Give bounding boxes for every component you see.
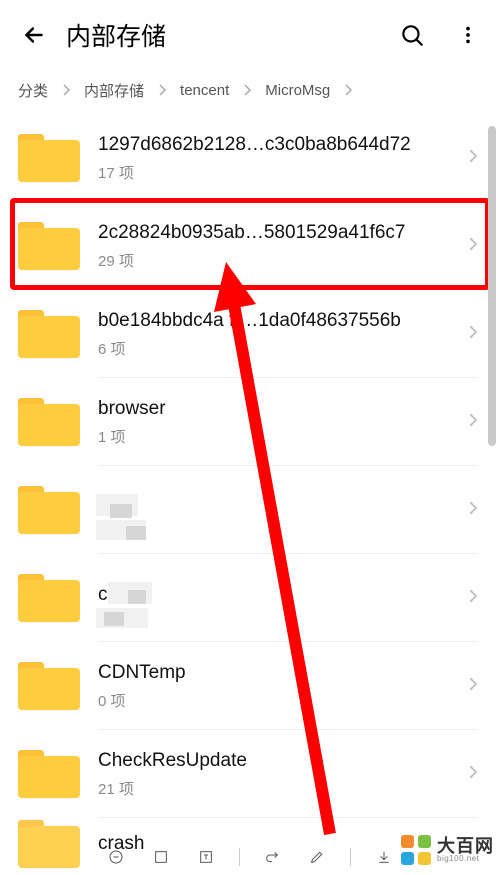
item-name: c bbox=[98, 584, 468, 606]
breadcrumb[interactable]: 分类 内部存储 tencent MicroMsg bbox=[0, 70, 500, 110]
more-button[interactable] bbox=[454, 21, 482, 49]
tool-trash-icon[interactable] bbox=[104, 845, 128, 869]
list-item[interactable]: c bbox=[0, 554, 500, 642]
item-sub: 0 项 bbox=[98, 690, 468, 711]
folder-icon bbox=[18, 574, 80, 622]
item-sub: 6 项 bbox=[98, 338, 468, 359]
tool-redo-icon[interactable] bbox=[260, 845, 284, 869]
scrollbar[interactable] bbox=[488, 126, 496, 446]
list-item[interactable]: b0e184bbdc4a ff…1da0f48637556b 6 项 bbox=[0, 290, 500, 378]
item-name: 2c28824b0935ab…5801529a41f6c7 bbox=[98, 222, 468, 244]
list-item[interactable]: browser 1 项 bbox=[0, 378, 500, 466]
chevron-right-icon bbox=[468, 324, 478, 345]
crumb-0[interactable]: 分类 bbox=[18, 80, 48, 101]
chevron-right-icon bbox=[62, 84, 70, 96]
item-sub: 21 项 bbox=[98, 778, 468, 799]
crumb-1[interactable]: 内部存储 bbox=[84, 80, 144, 101]
list-item[interactable]: he bbox=[0, 466, 500, 554]
chevron-right-icon bbox=[468, 500, 478, 521]
list-item[interactable]: 1297d6862b2128…c3c0ba8b644d72 17 项 bbox=[0, 114, 500, 202]
tool-divider bbox=[350, 848, 351, 866]
folder-icon bbox=[18, 310, 80, 358]
bottom-toolbar bbox=[100, 841, 400, 873]
folder-icon bbox=[18, 750, 80, 798]
folder-icon bbox=[18, 486, 80, 534]
item-name: browser bbox=[98, 398, 468, 420]
crumb-3[interactable]: MicroMsg bbox=[265, 82, 330, 99]
chevron-right-icon bbox=[468, 148, 478, 169]
list-item[interactable]: CheckResUpdate 21 项 bbox=[0, 730, 500, 818]
folder-icon bbox=[18, 134, 80, 182]
tool-square-icon[interactable] bbox=[149, 845, 173, 869]
list-item[interactable]: CDNTemp 0 项 bbox=[0, 642, 500, 730]
chevron-right-icon bbox=[158, 84, 166, 96]
item-sub: 1 项 bbox=[98, 426, 468, 447]
search-button[interactable] bbox=[398, 21, 426, 49]
chevron-right-icon bbox=[468, 412, 478, 433]
chevron-right-icon bbox=[344, 84, 352, 96]
folder-icon bbox=[18, 398, 80, 446]
chevron-right-icon bbox=[468, 588, 478, 609]
item-sub: 29 项 bbox=[98, 250, 468, 271]
list-item[interactable]: 2c28824b0935ab…5801529a41f6c7 29 项 bbox=[0, 202, 500, 290]
item-sub: 17 项 bbox=[98, 162, 468, 183]
chevron-right-icon bbox=[243, 84, 251, 96]
back-button[interactable] bbox=[18, 19, 50, 51]
item-name: CheckResUpdate bbox=[98, 750, 468, 772]
item-name: CDNTemp bbox=[98, 662, 468, 684]
tool-text-icon[interactable] bbox=[194, 845, 218, 869]
chevron-right-icon bbox=[468, 676, 478, 697]
watermark-text: 大百网 bbox=[437, 837, 494, 855]
watermark: 大百网 big100.net bbox=[401, 835, 494, 865]
page-title: 内部存储 bbox=[66, 17, 398, 53]
watermark-logo-icon bbox=[401, 835, 431, 865]
folder-icon bbox=[18, 820, 80, 868]
watermark-url: big100.net bbox=[437, 855, 494, 863]
tool-edit-icon[interactable] bbox=[305, 845, 329, 869]
folder-icon bbox=[18, 662, 80, 710]
crumb-2[interactable]: tencent bbox=[180, 82, 229, 99]
item-name: he bbox=[98, 496, 468, 518]
folder-icon bbox=[18, 222, 80, 270]
item-name: b0e184bbdc4a ff…1da0f48637556b bbox=[98, 310, 468, 332]
item-name: 1297d6862b2128…c3c0ba8b644d72 bbox=[98, 134, 468, 156]
file-list: 1297d6862b2128…c3c0ba8b644d72 17 项 2c288… bbox=[0, 114, 500, 875]
chevron-right-icon bbox=[468, 236, 478, 257]
tool-download-icon[interactable] bbox=[372, 845, 396, 869]
chevron-right-icon bbox=[468, 764, 478, 785]
tool-divider bbox=[239, 848, 240, 866]
